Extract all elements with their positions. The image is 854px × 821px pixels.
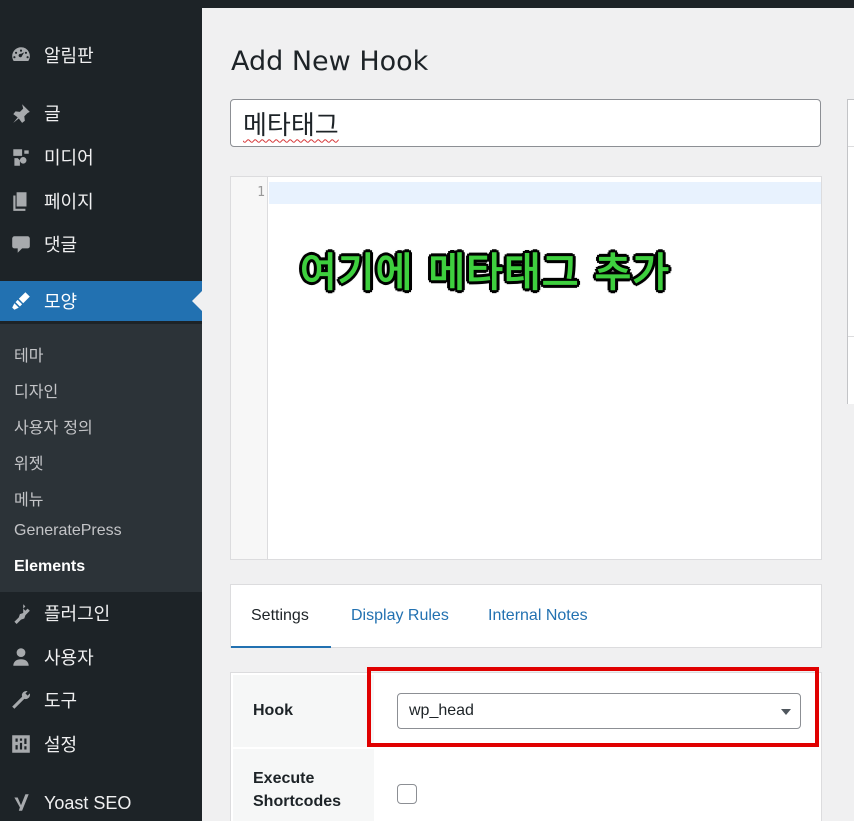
execute-label-line1: Execute: [253, 770, 315, 787]
sidebar-item-label: 페이지: [44, 192, 94, 213]
element-settings-tabs: Settings Display Rules Internal Notes: [230, 584, 822, 648]
metabox-divider: [848, 336, 854, 337]
sidebar-item-label: 알림판: [44, 46, 94, 67]
submenu-item-menus[interactable]: 메뉴: [14, 486, 43, 510]
active-line[interactable]: [269, 182, 821, 204]
page-title: Add New Hook: [231, 46, 429, 77]
sidebar-item-label: 미디어: [44, 148, 94, 169]
highlight-box: [367, 667, 819, 747]
sidebar-item-posts[interactable]: 글: [0, 93, 202, 133]
submenu-item-design[interactable]: 디자인: [14, 378, 58, 402]
submenu-item-themes[interactable]: 테마: [14, 342, 43, 366]
sidebar-item-users[interactable]: 사용자: [0, 637, 202, 677]
plugins-icon: [9, 601, 33, 625]
line-number: 1: [257, 185, 265, 200]
execute-label-line2: Shortcodes: [253, 793, 342, 810]
sidebar-item-label: 설정: [44, 735, 78, 756]
execute-shortcodes-label: Execute Shortcodes: [253, 767, 341, 813]
appearance-submenu: 테마 디자인 사용자 정의 위젯 메뉴 GeneratePress Elemen…: [0, 324, 202, 592]
sidebar-item-label: 댓글: [44, 235, 78, 256]
tab-internal-notes[interactable]: Internal Notes: [488, 607, 588, 625]
admin-sidebar: 알림판 글 미디어 페이지 댓글 모양 테마 디자인 사용자 정의 위젯 메뉴 …: [0, 8, 202, 821]
admin-bar: [0, 0, 854, 8]
submenu-item-generatepress[interactable]: GeneratePress: [14, 522, 122, 540]
tab-settings[interactable]: Settings: [251, 607, 309, 625]
tools-icon: [9, 688, 33, 712]
sidebar-item-label: Yoast SEO: [44, 792, 132, 813]
sidebar-item-comments[interactable]: 댓글: [0, 224, 202, 264]
publish-metabox: [847, 99, 854, 404]
submenu-item-customize[interactable]: 사용자 정의: [14, 414, 93, 438]
editor-gutter: [231, 177, 268, 559]
active-tab-indicator: [231, 646, 331, 648]
post-title-value: 메타태그: [243, 110, 339, 141]
users-icon: [9, 645, 33, 669]
pin-icon: [9, 101, 33, 125]
appearance-icon: [9, 289, 33, 313]
sidebar-item-plugins[interactable]: 플러그인: [0, 593, 202, 633]
sidebar-item-settings[interactable]: 설정: [0, 724, 202, 764]
sidebar-item-pages[interactable]: 페이지: [0, 181, 202, 221]
settings-icon: [9, 732, 33, 756]
submenu-item-elements[interactable]: Elements: [14, 558, 85, 576]
sidebar-item-dashboard[interactable]: 알림판: [0, 35, 202, 75]
submenu-item-widgets[interactable]: 위젯: [14, 450, 43, 474]
sidebar-item-yoast[interactable]: Yoast SEO: [0, 783, 202, 821]
pages-icon: [9, 189, 33, 213]
sidebar-item-label: 글: [44, 104, 61, 125]
code-editor[interactable]: 1: [230, 176, 822, 560]
post-title-input[interactable]: 메타태그: [230, 99, 821, 147]
yoast-icon: [9, 791, 33, 815]
sidebar-item-label: 도구: [44, 691, 78, 712]
metabox-divider: [848, 146, 854, 147]
sidebar-item-tools[interactable]: 도구: [0, 680, 202, 720]
sidebar-item-label: 모양: [44, 292, 78, 313]
row-divider: [233, 747, 374, 749]
hook-label: Hook: [253, 702, 293, 719]
dashboard-icon: [9, 43, 33, 67]
media-icon: [9, 145, 33, 169]
tab-display-rules[interactable]: Display Rules: [351, 607, 449, 625]
instruction-annotation: 여기에 메타태그 추가: [300, 250, 671, 296]
comments-icon: [9, 232, 33, 256]
sidebar-item-media[interactable]: 미디어: [0, 137, 202, 177]
sidebar-item-appearance[interactable]: 모양: [0, 281, 202, 321]
execute-shortcodes-checkbox[interactable]: [397, 784, 417, 804]
sidebar-item-label: 사용자: [44, 648, 94, 669]
sidebar-item-label: 플러그인: [44, 604, 111, 625]
